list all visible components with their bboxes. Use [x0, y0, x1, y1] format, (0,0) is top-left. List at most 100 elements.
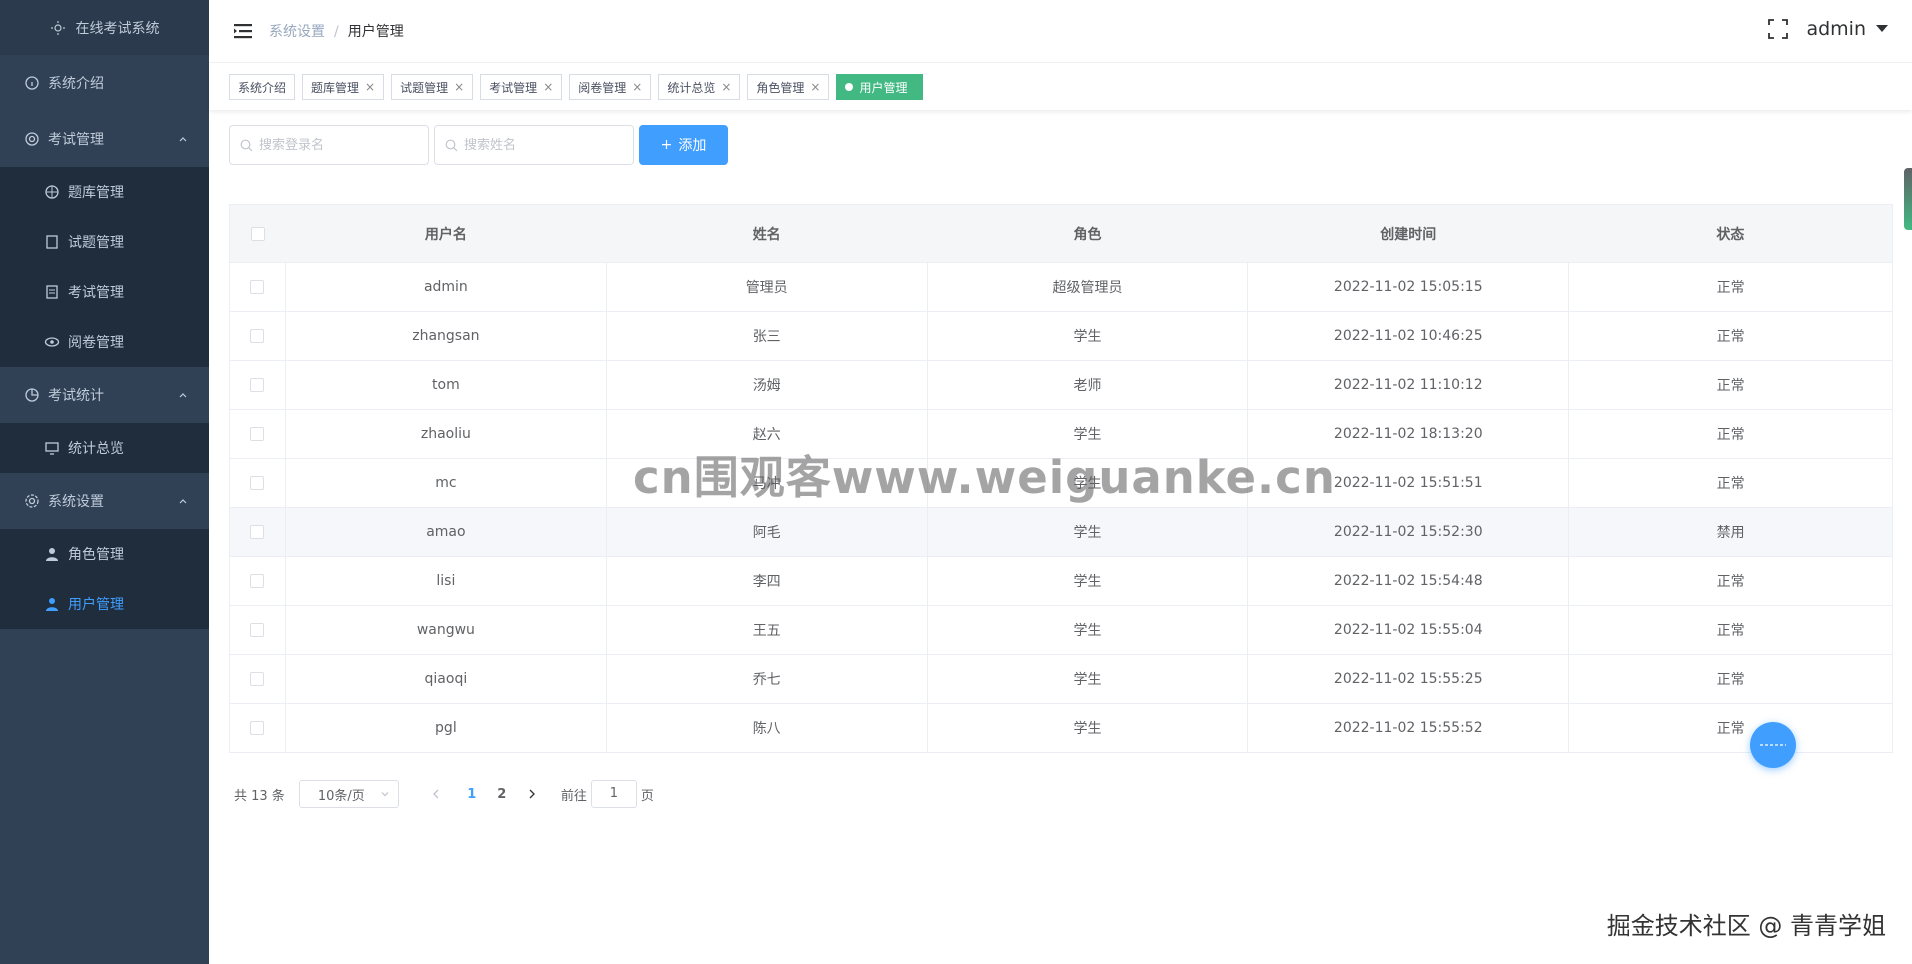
search-login-field[interactable]: [229, 125, 429, 165]
table-cell: 正常: [1568, 458, 1893, 508]
goto-prefix: 前往: [560, 788, 587, 804]
sidebar-item-roles[interactable]: 角色管理: [0, 529, 209, 579]
breadcrumb-separator: /: [334, 24, 339, 40]
tag-label: 系统介绍: [238, 80, 287, 95]
next-page-icon[interactable]: [517, 787, 547, 801]
select-cell: [229, 311, 286, 361]
monitor-icon: [44, 440, 60, 456]
table-row[interactable]: zhangsan 张三 学生 2022-11-02 10:46:25 正常: [229, 311, 1893, 361]
column-header[interactable]: 角色: [927, 204, 1248, 263]
select-cell: [229, 262, 286, 312]
close-icon[interactable]: ×: [721, 80, 731, 94]
user-icon: [44, 596, 60, 612]
row-checkbox[interactable]: [250, 427, 265, 441]
sidebar-item-intro[interactable]: 系统介绍: [0, 55, 209, 111]
table-row[interactable]: admin 管理员 超级管理员 2022-11-02 15:05:15 正常: [229, 262, 1893, 312]
sidebar-item-questions[interactable]: 试题管理: [0, 217, 209, 267]
column-header[interactable]: 状态: [1568, 204, 1893, 263]
table-row[interactable]: qiaoqi 乔七 学生 2022-11-02 15:55:25 正常: [229, 654, 1893, 704]
column-header[interactable]: 创建时间: [1247, 204, 1569, 263]
table-cell: 正常: [1568, 605, 1893, 655]
select-cell: [229, 458, 286, 508]
select-all-cell: [229, 204, 286, 263]
floating-action-button[interactable]: [1750, 722, 1796, 768]
sidebar-item-label: 考试管理: [68, 285, 124, 301]
scrollbar[interactable]: [1904, 168, 1912, 230]
plus-icon: +: [660, 137, 673, 153]
search-name-input[interactable]: [464, 137, 624, 153]
row-checkbox[interactable]: [250, 623, 265, 637]
sidebar-item-stats-overview[interactable]: 统计总览: [0, 423, 209, 473]
table-cell: 学生: [927, 654, 1249, 704]
sidebar-item-label: 试题管理: [68, 235, 124, 251]
tag-questions[interactable]: 试题管理 ×: [391, 74, 474, 100]
table-cell: 陈八: [606, 703, 928, 753]
page-2[interactable]: 2: [487, 787, 517, 802]
sidebar-item-exams[interactable]: 考试管理: [0, 267, 209, 317]
tag-intro[interactable]: 系统介绍: [229, 74, 296, 100]
close-icon[interactable]: ×: [632, 80, 642, 94]
username: admin: [1806, 18, 1866, 40]
select-all-checkbox[interactable]: [250, 226, 265, 241]
table-row[interactable]: wangwu 王五 学生 2022-11-02 15:55:04 正常: [229, 605, 1893, 655]
close-icon[interactable]: ×: [365, 80, 375, 94]
table-cell: 正常: [1568, 409, 1893, 459]
sidebar-item-question-bank[interactable]: 题库管理: [0, 167, 209, 217]
sidebar-item-exam-management[interactable]: 考试管理: [0, 111, 209, 167]
tag-users[interactable]: 用户管理: [836, 74, 923, 100]
page-1[interactable]: 1: [457, 787, 487, 802]
sidebar-item-system-settings[interactable]: 系统设置: [0, 473, 209, 529]
tag-roles[interactable]: 角色管理 ×: [747, 74, 830, 100]
sidebar-item-users[interactable]: 用户管理: [0, 579, 209, 629]
search-name-field[interactable]: [434, 125, 634, 165]
tags-view: 系统介绍 题库管理 × 试题管理 × 考试管理 × 阅卷管理 × 统计总览 × 角色管理 ×…: [209, 64, 1912, 110]
user-dropdown[interactable]: admin: [1806, 18, 1888, 40]
search-login-input[interactable]: [259, 137, 419, 153]
target-icon: [44, 184, 60, 200]
toolbar: + 添加: [229, 125, 728, 165]
fullscreen-icon[interactable]: [1768, 19, 1789, 39]
column-header[interactable]: 姓名: [606, 204, 928, 263]
row-checkbox[interactable]: [250, 329, 265, 343]
column-header[interactable]: 用户名: [285, 204, 607, 263]
row-checkbox[interactable]: [250, 721, 265, 735]
sidebar-logo[interactable]: 在线考试系统: [0, 0, 209, 55]
sidebar-item-exam-stats[interactable]: 考试统计: [0, 367, 209, 423]
tag-stats-overview[interactable]: 统计总览 ×: [658, 74, 741, 100]
chevron-up-icon: [179, 137, 187, 142]
row-checkbox[interactable]: [250, 672, 265, 686]
row-checkbox[interactable]: [250, 280, 265, 294]
goto-suffix: 页: [640, 788, 654, 804]
select-cell: [229, 360, 286, 410]
close-icon[interactable]: ×: [454, 80, 464, 94]
breadcrumb-current: 用户管理: [347, 24, 404, 40]
row-checkbox[interactable]: [250, 525, 265, 539]
table-cell: 2022-11-02 15:05:15: [1247, 262, 1570, 312]
table-row[interactable]: lisi 李四 学生 2022-11-02 15:54:48 正常: [229, 556, 1893, 606]
sidebar-item-grading[interactable]: 阅卷管理: [0, 317, 209, 367]
goto-page-input[interactable]: 1: [590, 780, 637, 808]
table-cell: 2022-11-02 15:52:30: [1247, 507, 1570, 557]
close-icon[interactable]: ×: [810, 80, 820, 94]
add-user-button[interactable]: + 添加: [639, 125, 728, 165]
table-row[interactable]: tom 汤姆 老师 2022-11-02 11:10:12 正常: [229, 360, 1893, 410]
tag-question-bank[interactable]: 题库管理 ×: [302, 74, 385, 100]
total-count: 共 13 条: [234, 788, 285, 804]
close-icon[interactable]: ×: [543, 80, 553, 94]
table-row[interactable]: pgl 陈八 学生 2022-11-02 15:55:52 正常: [229, 703, 1893, 753]
caret-down-icon: [1876, 25, 1888, 32]
tag-grading[interactable]: 阅卷管理 ×: [569, 74, 652, 100]
page-size-select[interactable]: 10条/页: [298, 780, 399, 808]
breadcrumb-item[interactable]: 系统设置: [269, 24, 325, 40]
prev-page-icon[interactable]: [421, 787, 451, 801]
table-row[interactable]: amao 阿毛 学生 2022-11-02 15:52:30 禁用: [229, 507, 1893, 557]
search-icon: [240, 139, 253, 151]
row-checkbox[interactable]: [250, 574, 265, 588]
tag-exams[interactable]: 考试管理 ×: [480, 74, 563, 100]
row-checkbox[interactable]: [250, 378, 265, 392]
table-cell: 正常: [1568, 654, 1893, 704]
search-icon: [445, 139, 458, 151]
hamburger-icon[interactable]: [233, 21, 253, 41]
sidebar-item-label: 统计总览: [68, 441, 124, 457]
row-checkbox[interactable]: [250, 476, 265, 490]
